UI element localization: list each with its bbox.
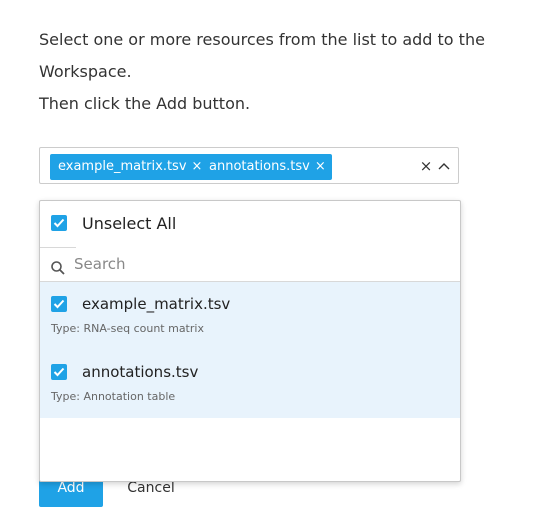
option-type: Type: Annotation table bbox=[51, 390, 176, 403]
resource-dropdown: Unselect All example_matrix.tsv Type: RN… bbox=[39, 200, 461, 482]
unselect-all-label: Unselect All bbox=[82, 214, 177, 233]
chip-label: example_matrix.tsv bbox=[58, 159, 187, 174]
search-row bbox=[40, 248, 460, 282]
instructions-line-3: Then click the Add button. bbox=[39, 94, 251, 113]
chip-remove-icon[interactable]: × bbox=[315, 159, 326, 174]
resource-option[interactable]: example_matrix.tsv Type: RNA-seq count m… bbox=[40, 282, 460, 350]
option-name: example_matrix.tsv bbox=[82, 295, 231, 313]
option-list: example_matrix.tsv Type: RNA-seq count m… bbox=[40, 282, 460, 418]
resource-option[interactable]: annotations.tsv Type: Annotation table bbox=[40, 350, 460, 418]
option-checkbox[interactable] bbox=[51, 364, 67, 380]
instructions-line-1: Select one or more resources from the li… bbox=[39, 30, 485, 49]
resource-multiselect[interactable]: example_matrix.tsv × annotations.tsv × × bbox=[39, 147, 459, 184]
instructions-line-2: Workspace. bbox=[39, 62, 132, 81]
chevron-up-icon[interactable] bbox=[436, 158, 452, 174]
selected-chip: example_matrix.tsv × bbox=[50, 154, 209, 180]
unselect-all-option[interactable]: Unselect All bbox=[40, 201, 460, 247]
search-input[interactable] bbox=[74, 252, 444, 276]
instructions: Select one or more resources from the li… bbox=[39, 24, 519, 120]
search-icon bbox=[50, 260, 66, 276]
chip-label: annotations.tsv bbox=[209, 159, 310, 174]
selected-chip: annotations.tsv × bbox=[201, 154, 332, 180]
option-type: Type: RNA-seq count matrix bbox=[51, 322, 204, 335]
option-checkbox[interactable] bbox=[51, 296, 67, 312]
clear-all-icon[interactable]: × bbox=[418, 156, 434, 176]
unselect-all-checkbox[interactable] bbox=[51, 215, 67, 231]
option-name: annotations.tsv bbox=[82, 363, 199, 381]
